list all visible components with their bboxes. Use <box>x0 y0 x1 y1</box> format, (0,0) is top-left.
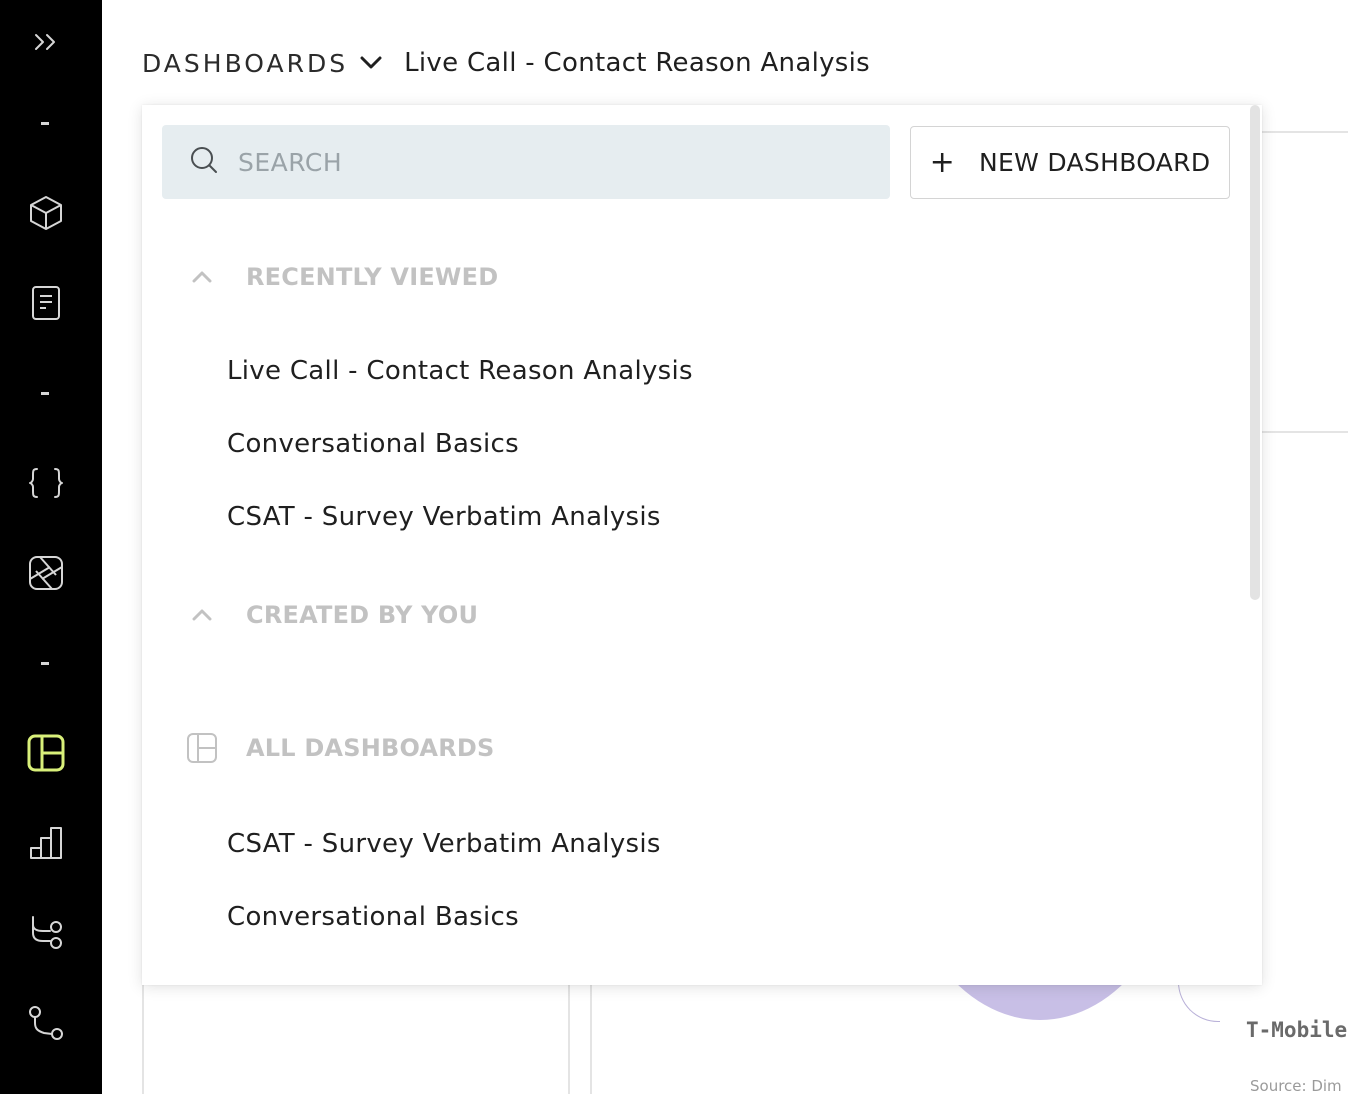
search-input[interactable] <box>238 147 838 177</box>
background-divider <box>1262 431 1348 433</box>
section-header-created-by-you[interactable]: CREATED BY YOU <box>182 601 478 629</box>
aperture-icon <box>28 555 64 591</box>
background-card-border <box>142 985 144 1094</box>
list-item-dashboard[interactable]: CSAT - Survey Verbatim Analysis <box>227 502 661 532</box>
page-header: DASHBOARDS Live Call - Contact Reason An… <box>142 40 870 86</box>
rail-divider <box>41 662 49 665</box>
background-source-text: Source: Dim <box>1250 1077 1342 1095</box>
rail-item-models[interactable] <box>0 183 92 243</box>
dashboards-dropdown: + NEW DASHBOARD RECENTLY VIEWED Live Cal… <box>142 105 1262 985</box>
list-item-dashboard[interactable]: Conversational Basics <box>227 429 519 459</box>
background-divider <box>1262 131 1348 133</box>
plus-icon: + <box>929 144 956 180</box>
search-icon <box>190 146 218 178</box>
rail-item-code[interactable] <box>0 453 92 513</box>
rail-divider <box>41 122 49 125</box>
rail-item-reports[interactable] <box>0 813 92 873</box>
rail-item-documents[interactable] <box>0 273 92 333</box>
dashboard-icon <box>27 734 65 772</box>
chevron-up-icon <box>182 271 222 283</box>
list-item-dashboard[interactable]: Live Call - Contact Reason Analysis <box>227 356 693 386</box>
rail-item-dashboards[interactable] <box>0 723 92 783</box>
rail-divider <box>41 392 49 395</box>
section-title: ALL DASHBOARDS <box>246 734 495 762</box>
rail-item-flows[interactable] <box>0 903 92 963</box>
list-item-dashboard[interactable]: Conversational Basics <box>227 902 519 932</box>
new-dashboard-label: NEW DASHBOARD <box>979 148 1211 177</box>
left-nav-rail <box>0 0 102 1094</box>
chevron-up-icon <box>182 609 222 621</box>
current-dashboard-title: Live Call - Contact Reason Analysis <box>404 48 870 78</box>
rail-item-insights[interactable] <box>0 543 92 603</box>
section-title: CREATED BY YOU <box>246 601 479 629</box>
cube-icon <box>29 195 63 231</box>
section-header-all-dashboards[interactable]: ALL DASHBOARDS <box>182 732 495 764</box>
list-item-dashboard[interactable]: CSAT - Survey Verbatim Analysis <box>227 829 661 859</box>
section-title: RECENTLY VIEWED <box>246 263 499 291</box>
rail-item-journeys[interactable] <box>0 993 92 1053</box>
section-header-recently-viewed[interactable]: RECENTLY VIEWED <box>182 263 498 291</box>
expand-icon <box>33 31 59 53</box>
dashboards-label: DASHBOARDS <box>142 48 349 78</box>
search-box[interactable] <box>162 125 890 199</box>
code-braces-icon <box>28 467 64 499</box>
chevron-down-icon <box>360 56 382 70</box>
route-icon <box>28 1005 64 1041</box>
bar-chart-icon <box>29 826 63 860</box>
dropdown-scrollbar[interactable] <box>1250 105 1260 600</box>
new-dashboard-button[interactable]: + NEW DASHBOARD <box>910 126 1230 199</box>
background-chart-label: T-Mobile <box>1246 1018 1348 1042</box>
document-icon <box>31 285 61 321</box>
expand-rail-button[interactable] <box>0 12 92 72</box>
dashboard-icon <box>182 732 222 764</box>
background-card-border <box>568 985 570 1094</box>
background-leader-line <box>1178 980 1220 1022</box>
branch-icon <box>29 915 63 951</box>
dashboards-menu-toggle[interactable]: DASHBOARDS <box>142 49 404 78</box>
background-card-border <box>590 985 592 1094</box>
